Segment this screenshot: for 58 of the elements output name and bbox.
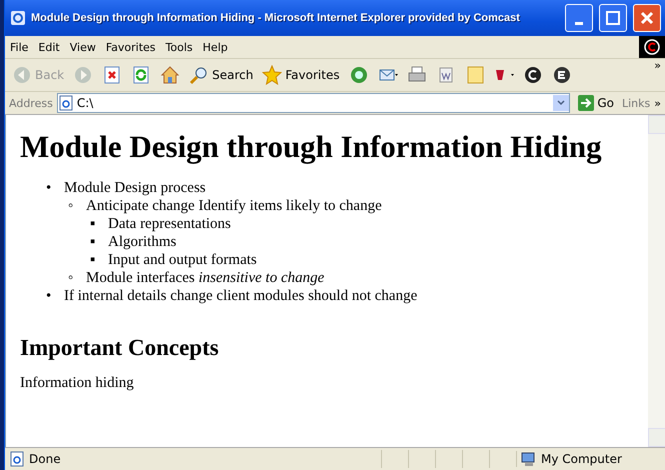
list-item: Anticipate change Identify items likely to change bbox=[86, 197, 382, 215]
close-button[interactable] bbox=[633, 4, 661, 32]
list-item: Input and output formats bbox=[108, 251, 257, 269]
bullet: ▪ bbox=[90, 215, 96, 233]
maximize-icon bbox=[606, 11, 620, 25]
media-icon bbox=[348, 65, 369, 85]
zone-text: My Computer bbox=[541, 452, 622, 466]
search-icon bbox=[189, 65, 210, 85]
bullet: ◦ bbox=[68, 269, 74, 287]
status-text: Done bbox=[29, 452, 61, 466]
home-icon bbox=[160, 65, 180, 85]
bullet: • bbox=[46, 179, 52, 197]
stop-icon bbox=[102, 65, 122, 85]
menu-item[interactable]: View bbox=[64, 40, 101, 54]
favorites-button[interactable]: Favorites bbox=[259, 63, 343, 87]
menu-item[interactable]: Favorites bbox=[100, 40, 161, 54]
more-chevron[interactable]: » bbox=[654, 59, 661, 72]
menu-item[interactable]: Tools bbox=[160, 40, 198, 54]
list-item: Module interfaces insensitive to change bbox=[86, 269, 324, 287]
star-icon bbox=[262, 65, 282, 85]
note-icon bbox=[464, 65, 485, 85]
search-button[interactable]: Search bbox=[186, 63, 256, 87]
scrollbar[interactable] bbox=[648, 115, 665, 447]
list-item: Data representations bbox=[108, 215, 231, 233]
go-arrow-icon bbox=[578, 95, 594, 111]
paragraph: Information hiding bbox=[20, 375, 135, 392]
links-button[interactable]: Links bbox=[622, 96, 650, 110]
links-chevron[interactable]: » bbox=[654, 96, 661, 110]
close-icon bbox=[640, 11, 654, 25]
e-logo-icon bbox=[552, 65, 572, 85]
dropdown-icon[interactable] bbox=[553, 95, 570, 111]
page-heading: Module Design through Information Hiding bbox=[20, 129, 603, 165]
page-icon bbox=[58, 95, 74, 111]
menu-item[interactable]: File bbox=[5, 40, 34, 54]
window-title: Module Design through Information Hiding - Microsoft Internet Explorer provided by Comcast bbox=[31, 12, 521, 24]
menu-item[interactable]: Help bbox=[198, 40, 233, 54]
go-button[interactable]: Go bbox=[574, 95, 618, 111]
list-item: Algorithms bbox=[108, 233, 176, 251]
address-label: Address bbox=[9, 96, 53, 110]
refresh-icon bbox=[131, 65, 152, 85]
bullet: ▪ bbox=[90, 233, 96, 251]
bullet: ◦ bbox=[68, 197, 74, 215]
bullet: ▪ bbox=[90, 251, 96, 269]
menu-item[interactable]: Edit bbox=[33, 40, 65, 54]
browser-icon bbox=[11, 11, 25, 25]
list-item: If internal details change client modules should not change bbox=[64, 287, 418, 305]
address-value: C:\ bbox=[76, 96, 94, 110]
brand-logo-icon bbox=[639, 36, 665, 58]
section-heading: Important Concepts bbox=[20, 335, 220, 361]
page-icon bbox=[9, 451, 25, 467]
address-field[interactable]: C:\ bbox=[56, 93, 570, 113]
c-logo-icon bbox=[522, 65, 543, 85]
bullet: • bbox=[46, 287, 52, 305]
minimize-button[interactable] bbox=[565, 4, 593, 32]
computer-icon bbox=[521, 451, 537, 467]
list-item: Module Design process bbox=[64, 179, 206, 197]
maximize-button[interactable] bbox=[599, 4, 627, 32]
minimize-icon bbox=[575, 22, 583, 24]
